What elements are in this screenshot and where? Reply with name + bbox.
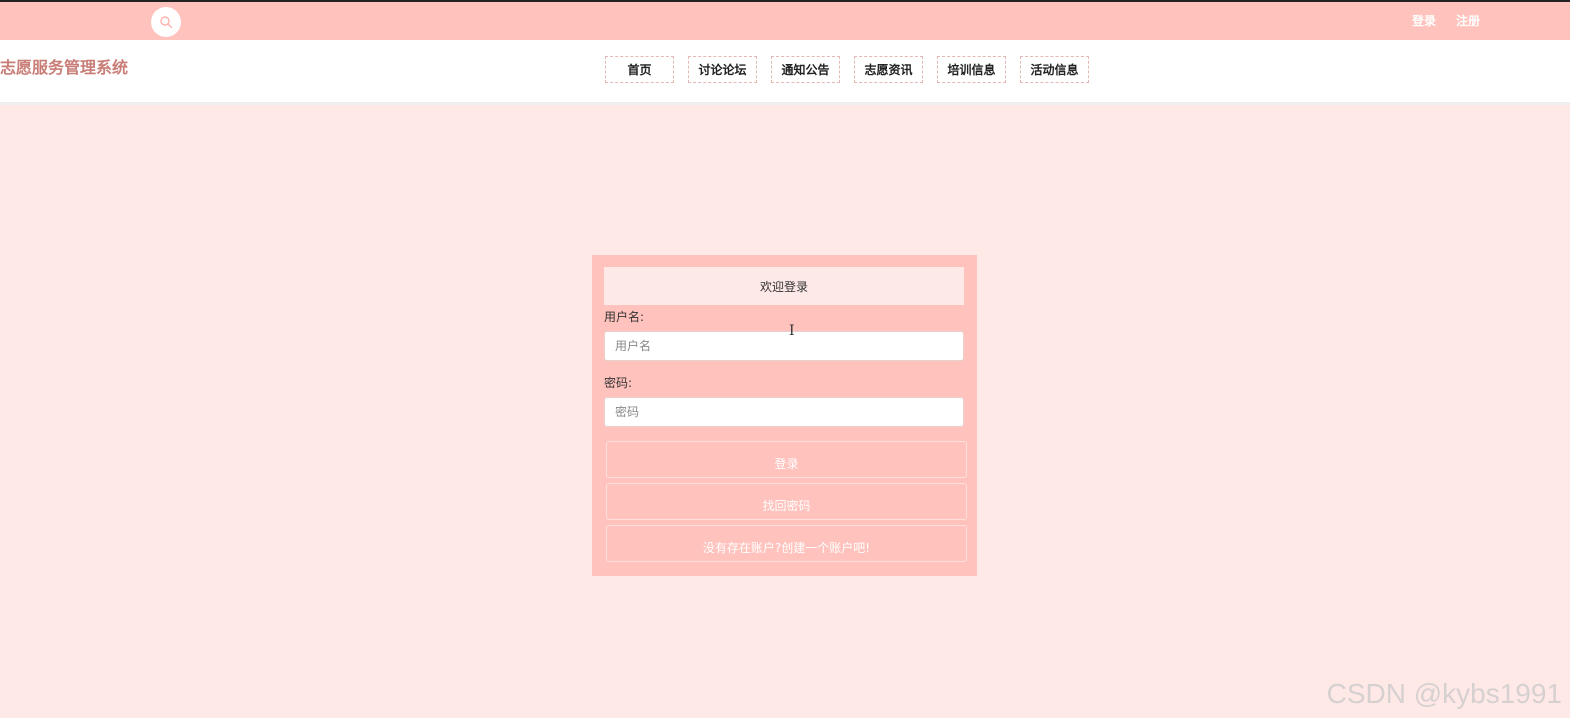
main-nav: 首页 讨论论坛 通知公告 志愿资讯 培训信息 活动信息 xyxy=(605,56,1089,83)
top-bar: 登录 注册 xyxy=(0,0,1570,40)
register-link[interactable]: 注册 xyxy=(1456,12,1480,29)
create-account-button[interactable]: 没有存在账户?创建一个账户吧! xyxy=(606,525,967,562)
password-label: 密码: xyxy=(604,376,633,390)
auth-links: 登录 注册 xyxy=(1412,12,1480,29)
text-cursor-icon: I xyxy=(789,323,795,339)
password-input[interactable] xyxy=(604,397,964,427)
nav-forum[interactable]: 讨论论坛 xyxy=(688,56,757,83)
nav-activities[interactable]: 活动信息 xyxy=(1020,56,1089,83)
header: 志愿服务管理系统 首页 讨论论坛 通知公告 志愿资讯 培训信息 活动信息 xyxy=(0,40,1570,105)
forgot-password-button[interactable]: 找回密码 xyxy=(606,483,967,520)
login-title: 欢迎登录 xyxy=(604,267,964,305)
login-panel: 欢迎登录 用户名: 密码: 登录 找回密码 没有存在账户?创建一个账户吧! xyxy=(592,255,977,576)
username-input[interactable] xyxy=(604,331,964,361)
watermark: CSDN @kybs1991 xyxy=(1326,678,1562,709)
username-label: 用户名: xyxy=(604,310,645,324)
nav-home[interactable]: 首页 xyxy=(605,56,674,83)
search-icon xyxy=(160,16,173,29)
login-link[interactable]: 登录 xyxy=(1412,12,1436,29)
nav-notices[interactable]: 通知公告 xyxy=(771,56,840,83)
site-title[interactable]: 志愿服务管理系统 xyxy=(0,54,128,78)
nav-training[interactable]: 培训信息 xyxy=(937,56,1006,83)
login-button[interactable]: 登录 xyxy=(606,441,967,478)
nav-volunteer-news[interactable]: 志愿资讯 xyxy=(854,56,923,83)
search-button[interactable] xyxy=(151,7,181,37)
